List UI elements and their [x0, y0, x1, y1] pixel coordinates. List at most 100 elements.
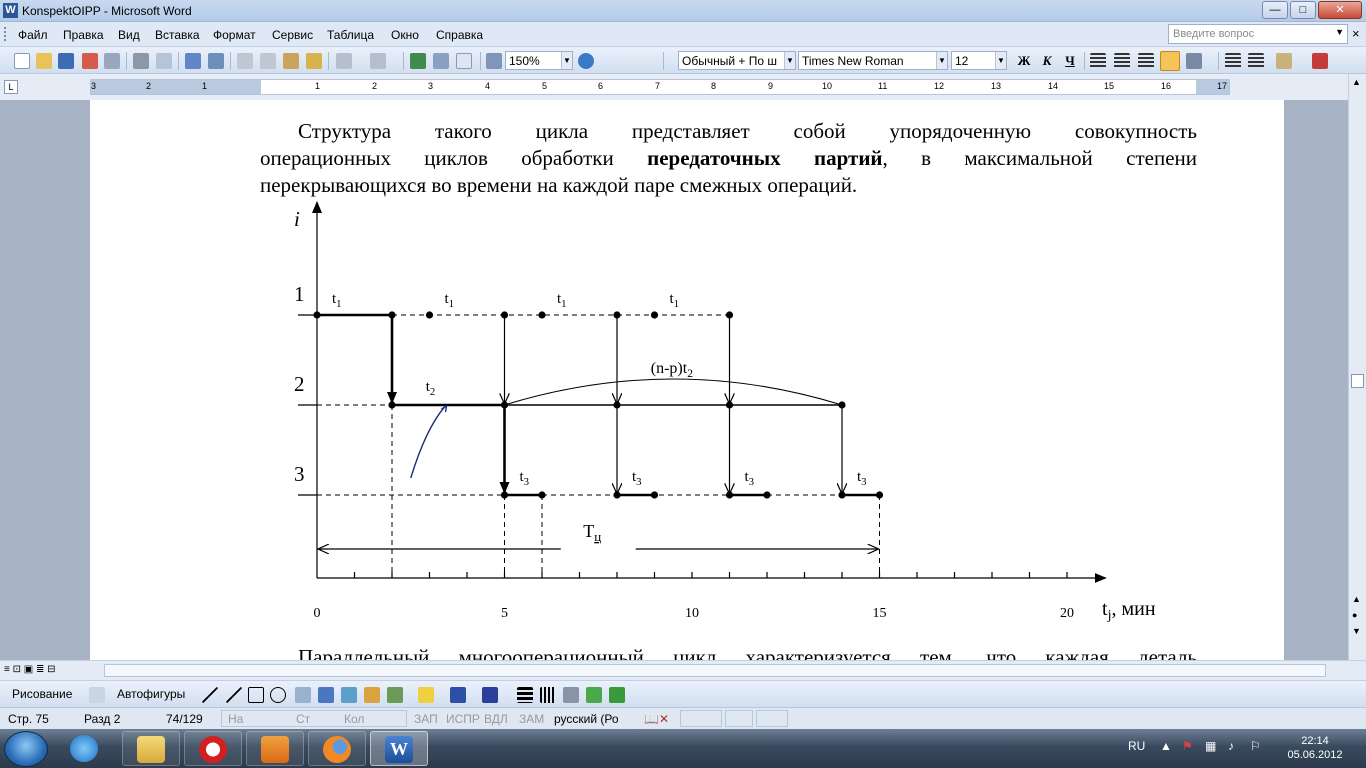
print-icon[interactable] [133, 53, 149, 69]
view-buttons[interactable]: ≡ ⊡ ▣ ≣ ⊟ [4, 664, 56, 675]
underline-button[interactable]: Ч [1061, 53, 1079, 69]
drawing-menu-button[interactable]: Рисование [12, 687, 72, 701]
status-track-changes[interactable]: ИСПР [446, 712, 480, 726]
document-map-icon[interactable] [486, 53, 502, 69]
maximize-button[interactable]: □ [1290, 1, 1316, 19]
menu-table[interactable]: Таблица [327, 28, 374, 42]
chevron-down-icon[interactable]: ▼ [936, 52, 947, 69]
hyperlink-icon[interactable] [410, 53, 426, 69]
insert-table-icon[interactable] [456, 53, 472, 69]
rectangle-tool-icon[interactable] [248, 687, 264, 703]
horizontal-scrollbar[interactable] [104, 664, 1326, 677]
scroll-down-icon[interactable]: ▼ [1352, 626, 1361, 636]
flag-icon[interactable]: ⚐ [1250, 739, 1261, 753]
taskbar-media[interactable] [246, 731, 304, 766]
cut-icon[interactable] [237, 53, 253, 69]
spelling-status-icon[interactable]: 📖✕ [644, 712, 669, 726]
justify-icon[interactable] [1160, 51, 1180, 71]
italic-button[interactable]: К [1038, 53, 1056, 69]
copy-icon[interactable] [260, 53, 276, 69]
diagram-icon[interactable] [341, 687, 357, 703]
font-size-select[interactable]: 12 ▼ [951, 51, 1007, 70]
scroll-up-icon[interactable]: ▲ [1352, 594, 1361, 604]
undo-icon[interactable] [336, 53, 352, 69]
select-objects-icon[interactable] [89, 687, 105, 703]
save-icon[interactable] [58, 53, 74, 69]
status-overtype[interactable]: ЗАМ [519, 712, 544, 726]
status-record[interactable]: ЗАП [414, 712, 438, 726]
research-icon[interactable] [208, 53, 224, 69]
scroll-thumb[interactable] [1351, 374, 1364, 388]
dash-style-icon[interactable] [540, 687, 556, 703]
help-icon[interactable] [578, 53, 594, 69]
line-tool-icon[interactable] [202, 687, 218, 703]
tab-selector-icon[interactable]: L [4, 80, 18, 94]
3d-icon[interactable] [609, 687, 625, 703]
volume-icon[interactable]: ♪ [1228, 739, 1234, 753]
taskbar-ie[interactable] [56, 731, 114, 766]
arrow-tool-icon[interactable] [226, 687, 242, 703]
redo-icon[interactable] [370, 53, 386, 69]
chevron-down-icon[interactable]: ▼ [1335, 27, 1344, 37]
wordart-icon[interactable] [318, 687, 334, 703]
style-select[interactable]: Обычный + По ш ▼ [678, 51, 796, 70]
new-document-icon[interactable] [14, 53, 30, 69]
network-icon[interactable]: ▦ [1205, 739, 1216, 753]
align-center-icon[interactable] [1114, 53, 1130, 69]
menu-window[interactable]: Окно [391, 28, 419, 42]
textbox-icon[interactable] [295, 687, 311, 703]
tables-borders-icon[interactable] [433, 53, 449, 69]
vertical-scrollbar[interactable]: ▲ ▲ ● ▼ [1348, 74, 1366, 660]
print-preview-icon[interactable] [156, 53, 172, 69]
ask-question-input[interactable]: Введите вопрос ▼ [1168, 24, 1348, 44]
menu-view[interactable]: Вид [118, 28, 140, 42]
bold-button[interactable]: Ж [1015, 53, 1033, 69]
chevron-down-icon[interactable]: ▼ [561, 52, 572, 69]
menu-format[interactable]: Формат [213, 28, 256, 42]
menu-insert[interactable]: Вставка [155, 28, 200, 42]
open-folder-icon[interactable] [36, 53, 52, 69]
document-close-button[interactable]: × [1352, 26, 1360, 41]
spelling-icon[interactable] [185, 53, 201, 69]
taskbar-word[interactable]: W [370, 731, 428, 766]
taskbar-opera[interactable] [184, 731, 242, 766]
autoshapes-menu-button[interactable]: Автофигуры [117, 687, 185, 701]
document-page[interactable]: Структура такого цикла представляет собо… [90, 100, 1284, 660]
fill-color-icon[interactable] [418, 687, 434, 703]
taskbar-firefox[interactable] [308, 731, 366, 766]
scroll-up-icon[interactable]: ▲ [1352, 77, 1361, 87]
paste-icon[interactable] [283, 53, 299, 69]
align-left-icon[interactable] [1090, 53, 1106, 69]
menu-file[interactable]: Файл [18, 28, 48, 42]
format-painter-icon[interactable] [306, 53, 322, 69]
taskbar-explorer[interactable] [122, 731, 180, 766]
line-style-icon[interactable] [517, 687, 533, 703]
close-button[interactable]: ✕ [1318, 1, 1362, 19]
show-hidden-icons-icon[interactable]: ▲ [1160, 739, 1172, 753]
status-language[interactable]: русский (Ро [554, 712, 619, 726]
align-right-icon[interactable] [1138, 53, 1154, 69]
font-color-icon[interactable] [482, 687, 498, 703]
picture-icon[interactable] [387, 687, 403, 703]
zoom-select[interactable]: 150% ▼ [505, 51, 573, 70]
email-icon[interactable] [104, 53, 120, 69]
numbering-icon[interactable] [1225, 53, 1241, 69]
minimize-button[interactable]: — [1262, 1, 1288, 19]
word-app-icon[interactable]: W [3, 3, 18, 18]
font-color-icon[interactable] [1312, 53, 1328, 69]
line-spacing-icon[interactable] [1186, 53, 1202, 69]
language-indicator[interactable]: RU [1128, 739, 1145, 753]
highlight-icon[interactable] [1276, 53, 1292, 69]
oval-tool-icon[interactable] [270, 687, 286, 703]
bullets-icon[interactable] [1248, 53, 1264, 69]
chevron-down-icon[interactable]: ▼ [995, 52, 1006, 69]
chevron-down-icon[interactable]: ▼ [784, 52, 795, 69]
line-color-icon[interactable] [450, 687, 466, 703]
network-alert-icon[interactable]: ⚑ [1182, 739, 1193, 753]
clock[interactable]: 22:14 05.06.2012 [1280, 734, 1350, 762]
arrow-style-icon[interactable] [563, 687, 579, 703]
browse-object-icon[interactable]: ● [1352, 610, 1357, 620]
start-button[interactable] [4, 731, 48, 767]
clipart-icon[interactable] [364, 687, 380, 703]
font-select[interactable]: Times New Roman ▼ [798, 51, 948, 70]
